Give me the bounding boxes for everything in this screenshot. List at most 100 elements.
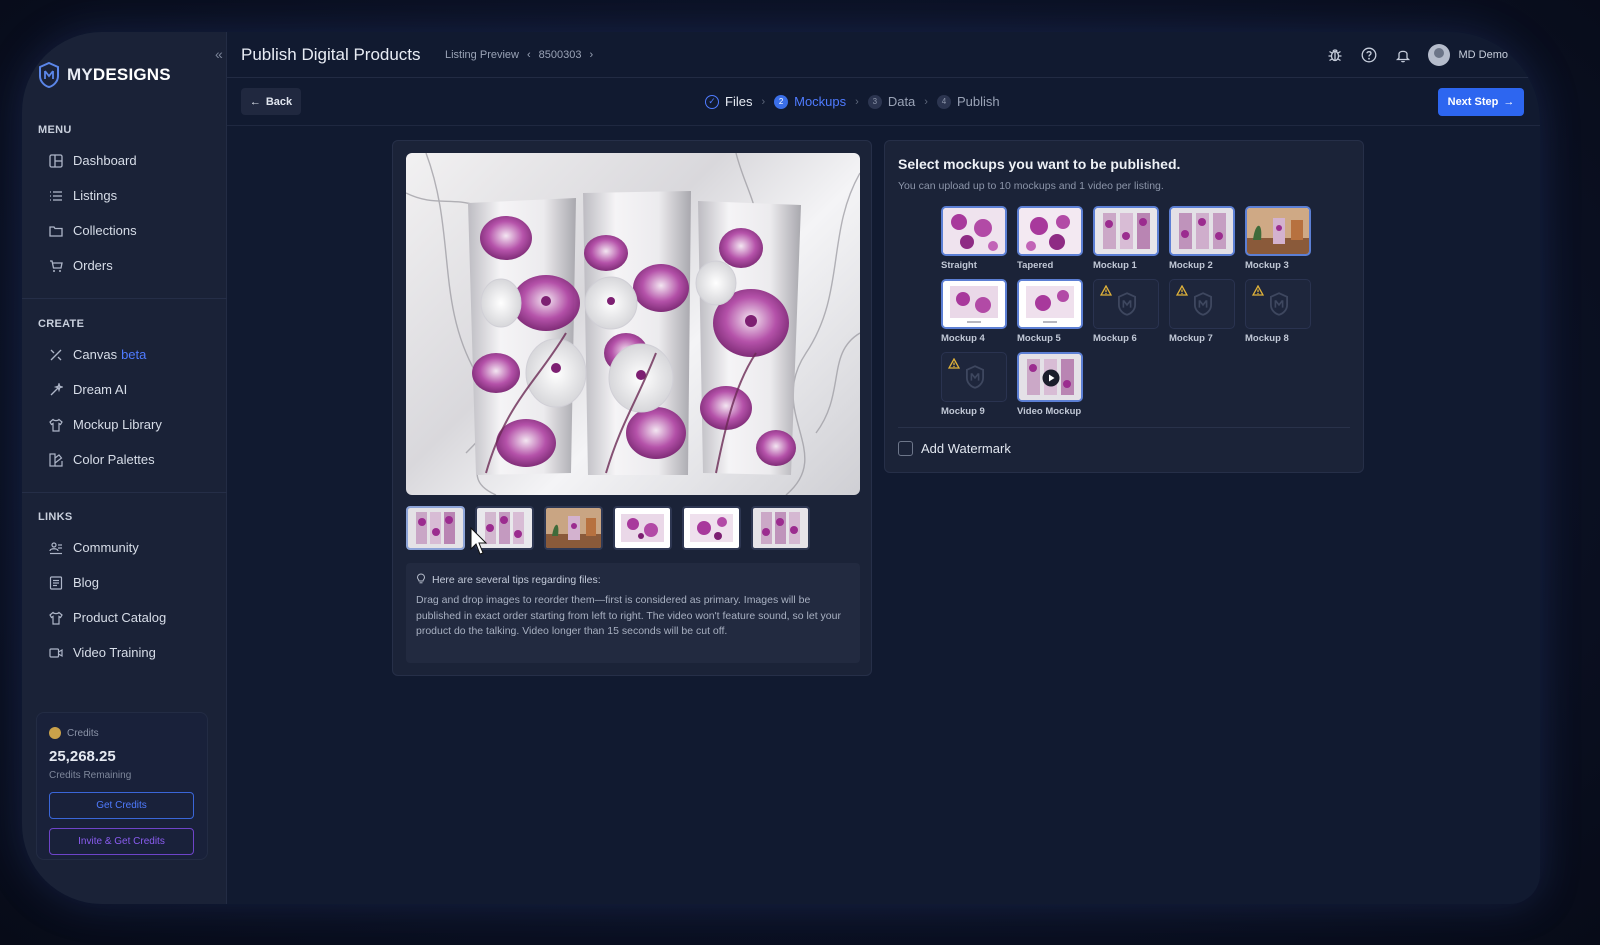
mockup-thumbnail	[1169, 206, 1235, 256]
sidebar-item-color-palettes[interactable]: Color Palettes	[48, 452, 155, 467]
credits-amount: 25,268.25	[49, 748, 116, 765]
mockup-4[interactable]: Mockup 4	[941, 279, 1007, 344]
credits-label: Credits	[67, 727, 99, 739]
mockup-label: Mockup 3	[1245, 260, 1289, 271]
step-data[interactable]: 3 Data	[867, 94, 916, 109]
mockup-label: Mockup 8	[1245, 333, 1289, 344]
sidebar-item-label: Video Training	[73, 645, 156, 660]
chevron-right-icon: ›	[761, 95, 766, 108]
mockup-label: Mockup 9	[941, 406, 985, 417]
mockup-2[interactable]: Mockup 2	[1169, 206, 1235, 271]
bell-icon[interactable]	[1394, 46, 1412, 64]
sidebar-item-blog[interactable]: Blog	[48, 575, 99, 590]
step-number: 4	[936, 94, 951, 109]
chevron-down-icon: ▾	[1515, 50, 1520, 60]
mockup-straight[interactable]: Straight	[941, 206, 1007, 271]
sidebar-item-product-catalog[interactable]: Product Catalog	[48, 610, 166, 625]
avatar	[1428, 44, 1451, 66]
order-thumb-mockup-4[interactable]	[613, 506, 672, 550]
chevron-right-icon: ›	[589, 49, 594, 61]
step-mockups[interactable]: 2 Mockups	[774, 94, 846, 109]
header-actions: MD Demo ▾	[1326, 44, 1540, 66]
breadcrumb-listing-id[interactable]: 8500303	[539, 49, 582, 61]
step-files[interactable]: ✓ Files	[705, 94, 752, 109]
order-thumb-straight[interactable]	[406, 506, 465, 550]
step-label: Data	[887, 94, 916, 109]
mockup-8[interactable]: Mockup 8	[1245, 279, 1311, 344]
beta-badge: beta	[121, 347, 147, 362]
palette-icon	[48, 452, 63, 467]
community-icon	[48, 540, 63, 555]
mockup-thumbnail	[1169, 279, 1235, 329]
sidebar-item-community[interactable]: Community	[48, 540, 139, 555]
sidebar-item-mockup-library[interactable]: Mockup Library	[48, 417, 162, 432]
tumbler-mockup-image	[406, 153, 860, 495]
sidebar-divider	[22, 298, 227, 299]
checkbox[interactable]	[898, 441, 913, 456]
order-thumb-mockup-5[interactable]	[682, 506, 741, 550]
sidebar-item-label: Collections	[73, 223, 137, 238]
sidebar: MYDESIGNS MENU Dashboard Listings Collec…	[22, 32, 227, 904]
back-button[interactable]: ← Back	[241, 88, 301, 115]
list-icon	[48, 188, 63, 203]
mockup-1[interactable]: Mockup 1	[1093, 206, 1159, 271]
video-mockup[interactable]: Video Mockup	[1017, 352, 1083, 417]
step-label: Mockups	[794, 94, 847, 109]
mockups-divider	[898, 427, 1350, 428]
mockup-thumbnail	[1017, 352, 1083, 402]
get-credits-button[interactable]: Get Credits	[49, 792, 194, 819]
credits-card: Credits 25,268.25 Credits Remaining Get …	[36, 712, 208, 860]
sidebar-item-label: Dream AI	[73, 382, 128, 397]
mockup-tapered[interactable]: Tapered	[1017, 206, 1083, 271]
sidebar-item-orders[interactable]: Orders	[48, 258, 113, 273]
mockup-5[interactable]: Mockup 5	[1017, 279, 1083, 344]
mockup-3[interactable]: Mockup 3	[1245, 206, 1311, 271]
mockups-subtitle: You can upload up to 10 mockups and 1 vi…	[898, 180, 1164, 192]
invite-get-credits-button[interactable]: Invite & Get Credits	[49, 828, 194, 855]
video-icon	[48, 645, 63, 660]
cart-icon	[48, 258, 63, 273]
user-menu[interactable]: MD Demo ▾	[1428, 44, 1520, 66]
primary-mockup-image	[406, 153, 860, 495]
order-thumb-mockup-3[interactable]	[544, 506, 603, 550]
coin-icon	[49, 727, 61, 739]
logo[interactable]: MYDESIGNS	[39, 62, 171, 88]
mockup-9[interactable]: Mockup 9	[941, 352, 1007, 417]
mockup-thumbnail	[1017, 279, 1083, 329]
mockups-panel: Select mockups you want to be published.…	[884, 140, 1364, 473]
next-step-button[interactable]: Next Step →	[1438, 88, 1524, 116]
bug-icon[interactable]	[1326, 46, 1344, 64]
mockup-thumbnail	[1245, 279, 1311, 329]
mouse-cursor-icon	[470, 527, 488, 555]
sidebar-item-video-training[interactable]: Video Training	[48, 645, 156, 660]
sidebar-item-label: Mockup Library	[73, 417, 162, 432]
chevron-right-icon: ›	[855, 95, 859, 108]
blog-icon	[48, 575, 63, 590]
sidebar-divider	[22, 492, 227, 493]
collapse-sidebar-icon[interactable]: «	[215, 46, 223, 62]
sidebar-item-collections[interactable]: Collections	[48, 223, 137, 238]
sidebar-item-listings[interactable]: Listings	[48, 188, 117, 203]
breadcrumb-listing-preview[interactable]: Listing Preview	[445, 49, 519, 61]
warning-icon	[948, 358, 960, 369]
play-icon[interactable]	[1042, 369, 1060, 387]
mockup-7[interactable]: Mockup 7	[1169, 279, 1235, 344]
step-publish[interactable]: 4 Publish	[936, 94, 1000, 109]
step-label: Files	[725, 94, 753, 109]
add-watermark-checkbox[interactable]: Add Watermark	[898, 441, 1011, 456]
sidebar-item-dashboard[interactable]: Dashboard	[48, 153, 137, 168]
app-window: MYDESIGNS MENU Dashboard Listings Collec…	[22, 32, 1540, 904]
mockup-thumbnail	[941, 279, 1007, 329]
chevron-left-icon: ‹	[526, 49, 531, 61]
sidebar-item-dream-ai[interactable]: Dream AI	[48, 382, 127, 397]
links-section-title: LINKS	[38, 511, 73, 523]
order-thumb-mockup-2[interactable]	[751, 506, 810, 550]
sidebar-item-label: Product Catalog	[73, 610, 167, 625]
mockup-label: Straight	[941, 260, 977, 271]
tips-title: Here are several tips regarding files:	[432, 574, 601, 586]
sidebar-item-canvas[interactable]: Canvas beta	[48, 347, 146, 362]
mockup-6[interactable]: Mockup 6	[1093, 279, 1159, 344]
placeholder-logo-icon	[1194, 292, 1212, 316]
help-icon[interactable]	[1360, 46, 1378, 64]
steps-bar: ← Back ✓ Files › 2 Mockups › 3 Data › 4 …	[227, 78, 1540, 126]
